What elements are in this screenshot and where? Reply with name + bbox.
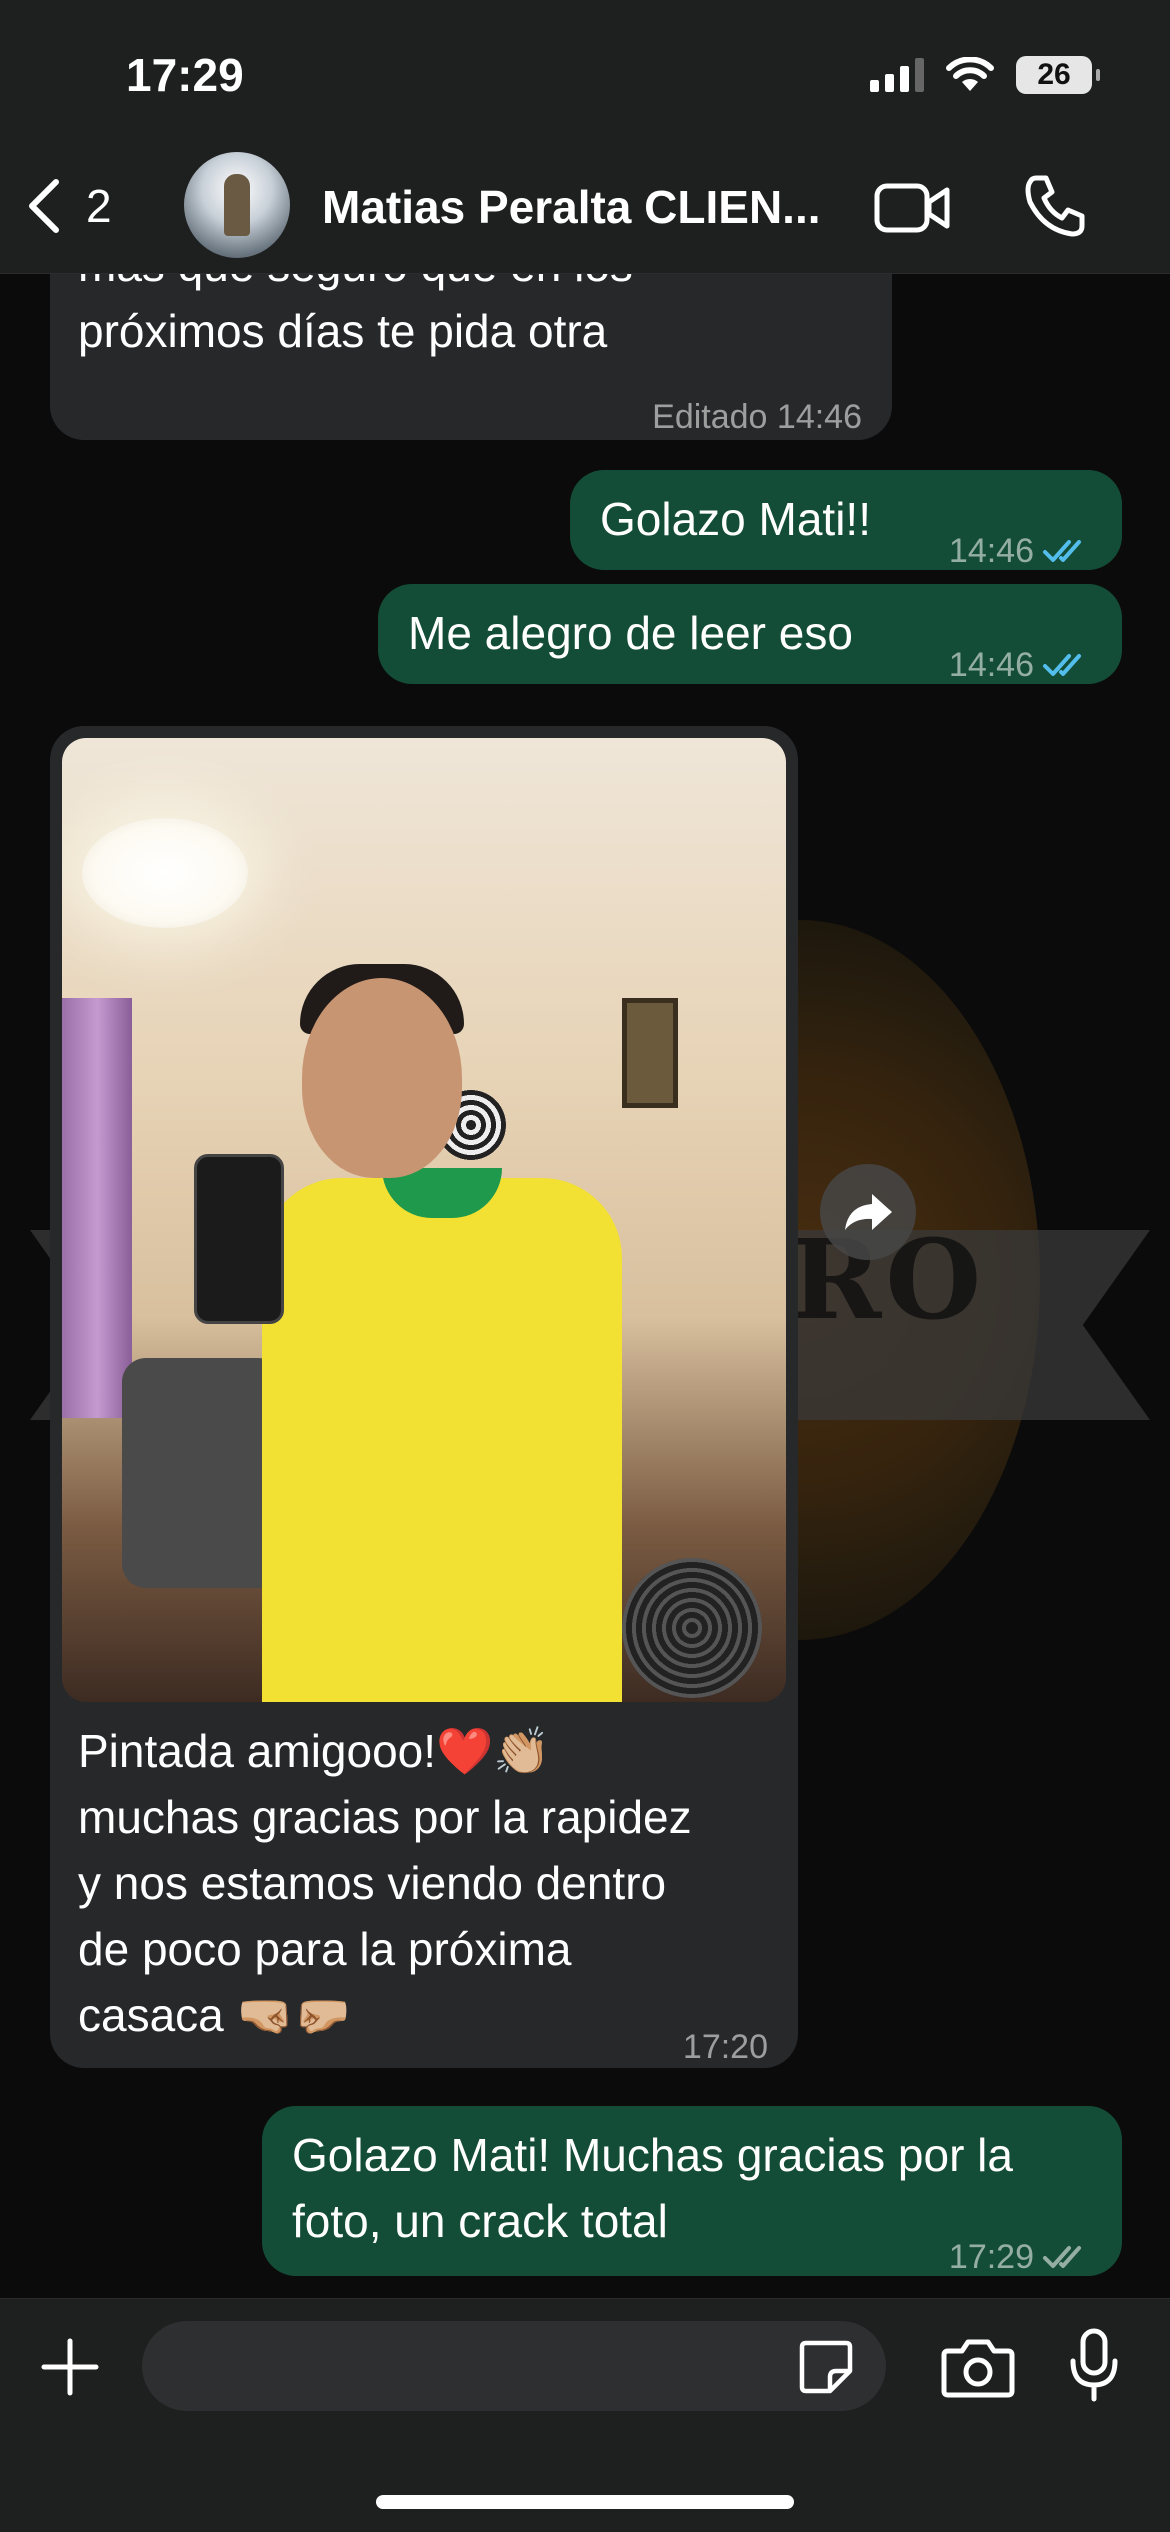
composer-bar: [0, 2298, 1170, 2532]
photo-lamp: [82, 818, 248, 928]
forward-button[interactable]: [820, 1164, 916, 1260]
photo-face: [302, 978, 462, 1178]
video-call-icon[interactable]: [874, 180, 950, 236]
message-meta: 14:46: [949, 518, 1092, 584]
message-outgoing[interactable]: Golazo Mati!! 14:46: [570, 470, 1122, 570]
message-outgoing[interactable]: Me alegro de leer eso 14:46: [378, 584, 1122, 684]
avatar[interactable]: [184, 152, 290, 258]
message-incoming-image[interactable]: Pintada amigooo!❤️👏🏼 muchas gracias por …: [50, 726, 798, 2068]
message-time: 14:46: [948, 532, 1034, 570]
message-line: foto, un crack total: [292, 2195, 668, 2247]
caption-line: de poco para la próxima: [78, 1923, 572, 1975]
message-text-cut: más que seguro que en los: [78, 274, 633, 298]
photo-curtain: [62, 998, 132, 1418]
status-time: 17:29: [126, 49, 244, 101]
message-time: 14:46: [948, 646, 1034, 684]
message-time: 17:20: [682, 2028, 768, 2066]
message-text: Golazo Mati!!: [600, 493, 871, 545]
image-caption: Pintada amigooo!❤️👏🏼 muchas gracias por …: [78, 1718, 778, 2048]
signal-icon: [870, 58, 924, 92]
shared-photo[interactable]: [62, 738, 786, 1702]
delivered-receipt-icon: [1043, 2246, 1081, 2268]
photo-phone: [194, 1154, 284, 1324]
back-button[interactable]: 2: [24, 176, 112, 236]
photo-jersey: [262, 1178, 622, 1702]
message-input[interactable]: [142, 2321, 886, 2411]
message-time: Editado 14:46: [652, 398, 862, 436]
message-line: Golazo Mati! Muchas gracias por la: [292, 2129, 1013, 2181]
wifi-icon: [946, 57, 994, 91]
plus-icon[interactable]: [38, 2335, 102, 2399]
caption-line: muchas gracias por la rapidez: [78, 1791, 692, 1843]
read-receipt-icon: [1043, 654, 1081, 676]
battery-icon: 26: [1016, 56, 1100, 94]
phone-icon[interactable]: [1022, 172, 1086, 238]
message-list[interactable]: más que seguro que en los próximos días …: [0, 274, 1170, 2298]
caption-line: y nos estamos viendo dentro: [78, 1857, 667, 1909]
chat-header: 17:29 26 2 Matias Peralta CLIEN...: [0, 0, 1170, 274]
unread-count: 2: [86, 180, 112, 232]
message-meta: 14:46: [949, 632, 1092, 698]
photo-sofa: [122, 1358, 282, 1588]
message-text: Golazo Mati! Muchas gracias por la foto,…: [292, 2122, 1013, 2254]
message-incoming[interactable]: más que seguro que en los próximos días …: [50, 274, 892, 440]
contact-name[interactable]: Matias Peralta CLIEN...: [322, 180, 821, 234]
message-time: 17:29: [948, 2238, 1034, 2276]
read-receipt-icon: [1043, 540, 1081, 562]
forward-icon: [845, 1194, 892, 1230]
message-text: próximos días te pida otra: [78, 305, 608, 357]
message-text: Me alegro de leer eso: [408, 607, 853, 659]
home-indicator: [376, 2495, 794, 2509]
chevron-left-icon: [29, 179, 59, 233]
camera-icon[interactable]: [940, 2337, 1016, 2399]
microphone-icon[interactable]: [1068, 2327, 1120, 2403]
caption-line: casaca 🤜🏼🤛🏼: [78, 1989, 352, 2041]
message-meta: 17:29: [949, 2224, 1092, 2290]
photo-frame: [622, 998, 678, 1108]
caption-line: Pintada amigooo!❤️👏🏼: [78, 1725, 551, 1777]
message-outgoing[interactable]: Golazo Mati! Muchas gracias por la foto,…: [262, 2106, 1122, 2276]
sticker-icon[interactable]: [796, 2337, 856, 2397]
photo-fan: [622, 1558, 762, 1698]
status-indicators: 26: [870, 56, 1100, 94]
